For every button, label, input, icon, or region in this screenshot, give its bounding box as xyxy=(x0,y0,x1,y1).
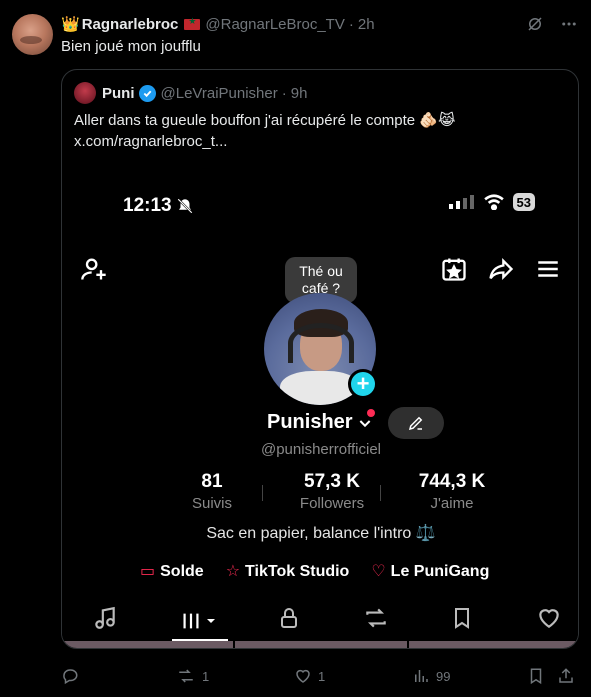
quote-text: Aller dans ta gueule bouffon j'ai récupé… xyxy=(74,110,564,152)
author-avatar[interactable] xyxy=(12,14,53,55)
battery-indicator: 53 xyxy=(512,193,535,211)
like-count: 1 xyxy=(318,668,326,684)
studio-icon: ☆ xyxy=(225,563,241,580)
status-bar-time: 12:13 xyxy=(123,195,194,217)
quote-time[interactable]: 9h xyxy=(291,85,308,102)
link-label: Le PuniGang xyxy=(390,563,490,580)
tweet-text: Bien joué mon joufflu xyxy=(61,38,201,55)
add-friend-icon[interactable] xyxy=(80,255,108,288)
stat-divider xyxy=(262,485,263,501)
like-button[interactable]: 1 xyxy=(294,667,412,685)
music-tab-icon[interactable] xyxy=(92,605,118,636)
status-bar-right: 53 xyxy=(448,193,535,211)
retweet-button[interactable]: 1 xyxy=(176,667,294,685)
tweet-header: 👑 Ragnarlebroc @RagnarLeBroc_TV · 2h xyxy=(61,14,375,34)
wallet-link[interactable]: ▭ Solde xyxy=(140,561,204,581)
profile-name: Punisher xyxy=(267,411,353,433)
profile-links: ▭ Solde ☆ TikTok Studio ♡ Le PuniGang xyxy=(140,561,489,581)
share-icon[interactable] xyxy=(486,255,516,288)
quote-author-name[interactable]: Puni xyxy=(102,85,135,102)
quoted-tweet[interactable]: Puni @LeVraiPunisher · 9h Aller dans ta … xyxy=(61,69,579,649)
chat-heart-icon: ♡ xyxy=(371,563,386,580)
author-name[interactable]: Ragnarlebroc xyxy=(82,16,179,33)
quote-header: Puni @LeVraiPunisher · 9h xyxy=(74,82,307,104)
stat-number: 57,3 K xyxy=(304,471,360,492)
views-count: 99 xyxy=(436,668,451,684)
share-button[interactable] xyxy=(557,667,575,685)
quote-text-line: Aller dans ta gueule bouffon j'ai récupé… xyxy=(74,112,456,129)
repost-tab-icon[interactable] xyxy=(363,605,389,636)
author-handle[interactable]: @RagnarLeBroc_TV xyxy=(205,16,344,33)
link-label: Solde xyxy=(160,563,204,580)
lock-tab-icon[interactable] xyxy=(277,605,301,636)
punigang-link[interactable]: ♡ Le PuniGang xyxy=(371,561,489,581)
views-chart-icon xyxy=(415,670,428,682)
stat-number: 81 xyxy=(201,471,223,492)
videos-grid-tab-icon[interactable] xyxy=(180,609,216,633)
add-story-plus-icon[interactable]: + xyxy=(348,369,378,399)
calendar-star-icon[interactable] xyxy=(440,255,468,288)
stat-label: Suivis xyxy=(191,495,232,512)
morocco-flag-icon xyxy=(184,16,201,30)
wallet-icon: ▭ xyxy=(140,563,156,580)
quote-link[interactable]: x.com/ragnarlebroc_t... xyxy=(74,131,564,152)
stat-divider xyxy=(380,485,381,501)
reply-icon xyxy=(63,669,78,685)
stat-following[interactable]: 81 Suivis xyxy=(162,471,262,512)
heart-tab-icon[interactable] xyxy=(536,605,562,636)
heart-icon xyxy=(296,669,310,683)
status-time-text: 12:13 xyxy=(123,195,172,216)
views-button[interactable]: 99 xyxy=(412,667,527,685)
separator-dot: · xyxy=(348,15,354,33)
notification-dot xyxy=(367,409,375,417)
note-line: Thé ou xyxy=(299,263,343,279)
bell-muted-icon xyxy=(177,198,193,214)
profile-bio: Sac en papier, balance l'intro ⚖️ xyxy=(206,525,436,542)
video-thumbnail[interactable] xyxy=(235,641,407,648)
quote-author-avatar[interactable] xyxy=(74,82,96,104)
profile-handle: @punisherrofficiel xyxy=(260,441,381,458)
stat-label: J'aime xyxy=(430,495,474,512)
tweet-time[interactable]: 2h xyxy=(358,16,375,33)
profile-name-row[interactable]: Punisher xyxy=(267,411,373,434)
menu-icon[interactable] xyxy=(535,255,561,288)
quote-author-handle[interactable]: @LeVraiPunisher xyxy=(161,85,278,102)
bookmark-tab-icon[interactable] xyxy=(450,605,474,636)
edit-profile-button[interactable] xyxy=(388,407,444,439)
pencil-icon xyxy=(408,416,423,431)
quote-media-image[interactable]: 12:13 53 Thé ou café ? + Punisher @punis… xyxy=(62,165,578,648)
stat-likes[interactable]: 744,3 K J'aime xyxy=(402,471,502,512)
stat-followers[interactable]: 57,3 K Followers xyxy=(282,471,382,512)
bookmark-button[interactable] xyxy=(527,667,557,685)
tweet-top-actions xyxy=(525,14,579,34)
reply-button[interactable] xyxy=(61,667,176,685)
video-thumbnail[interactable] xyxy=(62,641,234,648)
wifi-icon xyxy=(483,194,504,210)
separator-dot: · xyxy=(281,84,287,102)
more-options-icon[interactable] xyxy=(559,14,579,34)
video-thumbnails xyxy=(62,641,578,648)
profile-tabs xyxy=(92,605,562,636)
retweet-icon xyxy=(179,669,193,683)
grok-icon[interactable] xyxy=(525,14,545,34)
retweet-count: 1 xyxy=(202,668,210,684)
upload-share-icon xyxy=(559,668,573,683)
link-label: TikTok Studio xyxy=(245,563,350,580)
signal-icon xyxy=(448,195,474,209)
video-thumbnail[interactable] xyxy=(408,641,578,648)
stat-label: Followers xyxy=(299,495,365,512)
verified-badge-icon xyxy=(138,84,156,102)
profile-stats: 81 Suivis 57,3 K Followers 744,3 K J'aim… xyxy=(162,471,502,512)
bookmark-icon xyxy=(530,668,542,685)
tweet-actions: 1 1 99 xyxy=(61,664,581,688)
crown-emoji: 👑 xyxy=(61,16,80,33)
stat-number: 744,3 K xyxy=(418,471,486,492)
tiktok-studio-link[interactable]: ☆ TikTok Studio xyxy=(226,561,350,581)
